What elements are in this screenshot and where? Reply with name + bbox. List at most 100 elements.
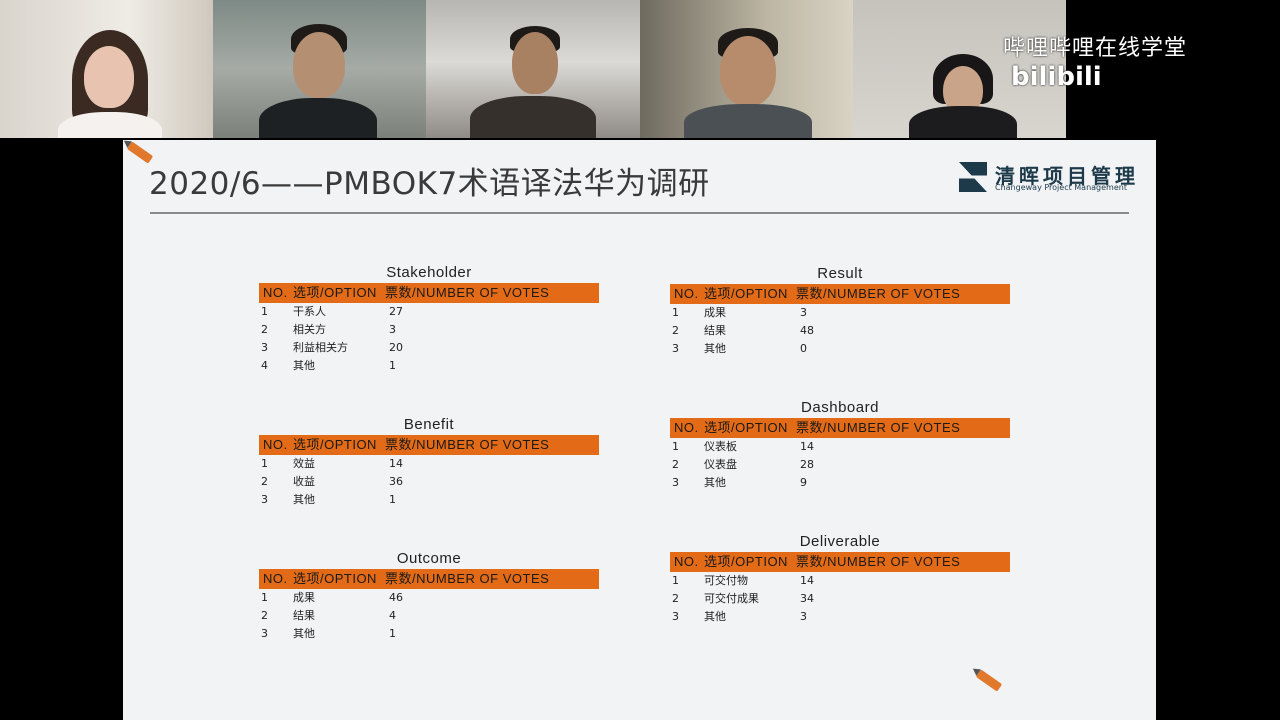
row-votes: 27	[389, 305, 403, 318]
table-row: 3 其他 3	[670, 608, 1010, 626]
logo-english-text: Changeway Project Management	[995, 183, 1127, 192]
table-row: 1 效益 14	[259, 455, 599, 473]
row-no: 1	[672, 574, 679, 587]
stakeholder-table: Stakeholder NO. 选项/OPTION 票数/NUMBER OF V…	[259, 264, 599, 375]
row-no: 1	[261, 305, 268, 318]
benefit-table: Benefit NO. 选项/OPTION 票数/NUMBER OF VOTES…	[259, 416, 599, 509]
header-option: 选项/OPTION	[293, 571, 377, 586]
presentation-slide: 2020/6——PMBOK7术语译法华为调研 清晖项目管理 Changeway …	[123, 140, 1156, 720]
row-votes: 1	[389, 627, 396, 640]
table-header: NO. 选项/OPTION 票数/NUMBER OF VOTES	[670, 418, 1010, 438]
row-votes: 28	[800, 458, 814, 471]
row-votes: 1	[389, 493, 396, 506]
table-header: NO. 选项/OPTION 票数/NUMBER OF VOTES	[259, 435, 599, 455]
table-row: 3 其他 9	[670, 474, 1010, 492]
row-option: 结果	[704, 324, 726, 337]
watermark-text: 哔哩哔哩在线学堂	[1003, 36, 1188, 61]
table-row: 2 相关方 3	[259, 321, 599, 339]
header-no: NO.	[674, 420, 699, 435]
table-row: 2 可交付成果 34	[670, 590, 1010, 608]
row-no: 2	[261, 475, 268, 488]
row-votes: 36	[389, 475, 403, 488]
row-no: 3	[261, 627, 268, 640]
video-tile-4[interactable]	[640, 0, 853, 138]
row-no: 1	[261, 457, 268, 470]
table-title: Benefit	[403, 416, 455, 433]
table-row: 2 仪表盘 28	[670, 456, 1010, 474]
header-no: NO.	[263, 437, 288, 452]
header-no: NO.	[263, 571, 288, 586]
table-header: NO. 选项/OPTION 票数/NUMBER OF VOTES	[670, 552, 1010, 572]
row-votes: 34	[800, 592, 814, 605]
video-tile-1[interactable]	[0, 0, 213, 138]
deliverable-table: Deliverable NO. 选项/OPTION 票数/NUMBER OF V…	[670, 533, 1010, 626]
table-row: 1 成果 46	[259, 589, 599, 607]
row-no: 2	[672, 324, 679, 337]
header-option: 选项/OPTION	[293, 285, 377, 300]
row-votes: 46	[389, 591, 403, 604]
row-no: 3	[672, 610, 679, 623]
title-divider	[150, 212, 1129, 214]
dashboard-table: Dashboard NO. 选项/OPTION 票数/NUMBER OF VOT…	[670, 399, 1010, 492]
row-no: 1	[672, 440, 679, 453]
row-option: 其他	[704, 476, 726, 489]
result-table: Result NO. 选项/OPTION 票数/NUMBER OF VOTES …	[670, 265, 1010, 358]
bilibili-logo: bilibili	[1011, 62, 1102, 92]
table-header: NO. 选项/OPTION 票数/NUMBER OF VOTES	[259, 569, 599, 589]
table-header: NO. 选项/OPTION 票数/NUMBER OF VOTES	[259, 283, 599, 303]
bilibili-watermark: 哔哩哔哩在线学堂bilibili	[1003, 30, 1280, 92]
row-option: 其他	[704, 342, 726, 355]
table-row: 1 可交付物 14	[670, 572, 1010, 590]
row-option: 仪表盘	[704, 458, 737, 471]
table-row: 3 利益相关方 20	[259, 339, 599, 357]
row-votes: 3	[389, 323, 396, 336]
header-option: 选项/OPTION	[704, 554, 788, 569]
row-votes: 1	[389, 359, 396, 372]
header-votes: 票数/NUMBER OF VOTES	[385, 285, 550, 300]
row-option: 成果	[704, 306, 726, 319]
row-votes: 14	[389, 457, 403, 470]
row-option: 利益相关方	[293, 341, 348, 354]
table-title: Deliverable	[799, 533, 881, 550]
table-title: Stakeholder	[386, 264, 472, 281]
row-option: 仪表板	[704, 440, 737, 453]
changeway-logo: 清晖项目管理 Changeway Project Management	[959, 162, 1139, 196]
table-title: Outcome	[396, 550, 462, 567]
video-tile-2[interactable]	[213, 0, 426, 138]
row-option: 结果	[293, 609, 315, 622]
row-option: 其他	[704, 610, 726, 623]
outcome-table: Outcome NO. 选项/OPTION 票数/NUMBER OF VOTES…	[259, 550, 599, 643]
header-votes: 票数/NUMBER OF VOTES	[796, 554, 961, 569]
table-row: 2 结果 4	[259, 607, 599, 625]
table-row: 2 收益 36	[259, 473, 599, 491]
row-option: 其他	[293, 627, 315, 640]
row-no: 4	[261, 359, 268, 372]
row-votes: 3	[800, 306, 807, 319]
table-row: 1 成果 3	[670, 304, 1010, 322]
row-votes: 14	[800, 574, 814, 587]
table-header: NO. 选项/OPTION 票数/NUMBER OF VOTES	[670, 284, 1010, 304]
row-option: 干系人	[293, 305, 326, 318]
row-no: 3	[672, 342, 679, 355]
row-option: 其他	[293, 493, 315, 506]
participant-video	[680, 24, 815, 138]
table-row: 4 其他 1	[259, 357, 599, 375]
row-option: 收益	[293, 475, 315, 488]
header-votes: 票数/NUMBER OF VOTES	[385, 437, 550, 452]
row-no: 1	[672, 306, 679, 319]
row-no: 2	[672, 592, 679, 605]
header-option: 选项/OPTION	[704, 420, 788, 435]
row-option: 其他	[293, 359, 315, 372]
row-option: 效益	[293, 457, 315, 470]
header-no: NO.	[263, 285, 288, 300]
row-option: 可交付物	[704, 574, 748, 587]
row-no: 3	[261, 341, 268, 354]
video-tile-3[interactable]	[426, 0, 640, 138]
logo-mark-icon	[959, 162, 987, 192]
row-votes: 20	[389, 341, 403, 354]
row-option: 成果	[293, 591, 315, 604]
table-title: Result	[817, 265, 863, 282]
row-no: 1	[261, 591, 268, 604]
row-option: 相关方	[293, 323, 326, 336]
table-row: 1 仪表板 14	[670, 438, 1010, 456]
